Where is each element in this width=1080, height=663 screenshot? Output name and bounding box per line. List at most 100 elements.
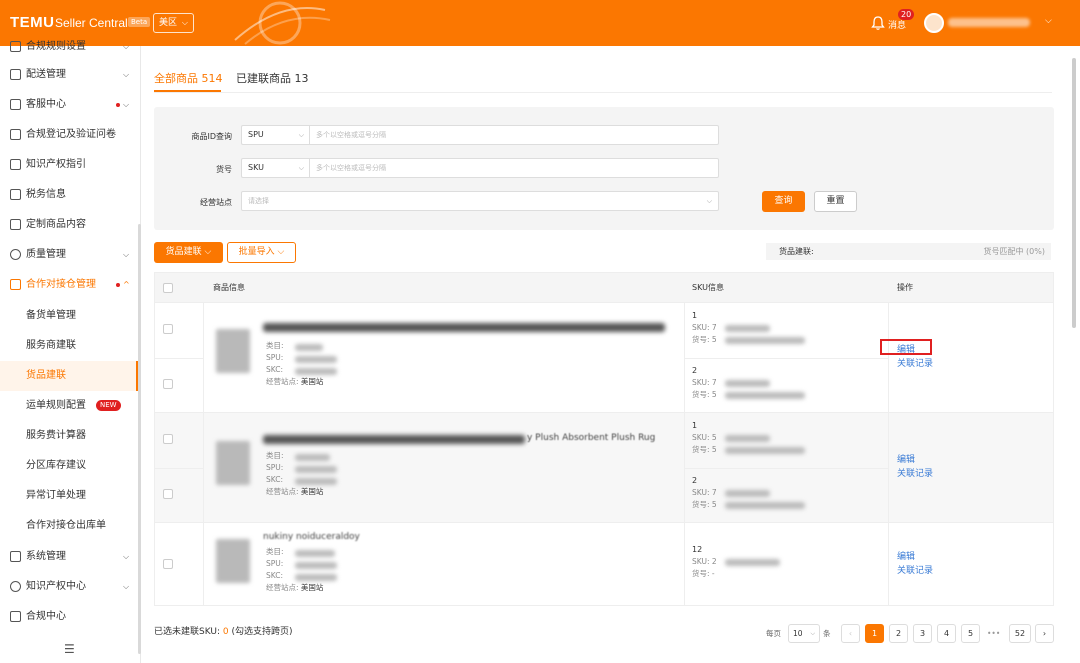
- tab-all-products[interactable]: 全部商品 514: [154, 70, 223, 86]
- skc-label: SKC:: [266, 475, 284, 484]
- sku-label: SKU:: [692, 557, 710, 566]
- sidebar-subitem-zone-stock[interactable]: 分区库存建议: [0, 451, 138, 481]
- pagination-ellipsis[interactable]: •••: [987, 624, 1000, 643]
- row-checkbox[interactable]: [163, 324, 173, 334]
- goods-link-label: 货品建联: [165, 247, 202, 257]
- sku-label: SKU:: [692, 378, 710, 387]
- sidebar-subitem-exception-orders[interactable]: 异常订单处理: [0, 481, 138, 511]
- edit-link[interactable]: 编辑: [897, 342, 915, 355]
- product-title-blurred: [263, 323, 665, 332]
- sidebar-subitem-stock-orders[interactable]: 备货单管理: [0, 301, 138, 331]
- brand-subtitle: Seller Central: [55, 16, 128, 30]
- batch-import-label: 批量导入: [238, 247, 275, 257]
- product-thumbnail: [216, 441, 250, 485]
- row-checkbox[interactable]: [163, 489, 173, 499]
- main-scrollbar[interactable]: [1072, 58, 1076, 328]
- sidebar-item-quality[interactable]: 质量管理 ⌵: [0, 240, 141, 270]
- history-link[interactable]: 关联记录: [897, 356, 933, 369]
- row-checkbox[interactable]: [163, 434, 173, 444]
- region-label: 美区: [159, 18, 178, 28]
- warehouse-icon: [10, 279, 21, 290]
- chevron-down-icon: ⌵: [123, 70, 130, 79]
- history-link[interactable]: 关联记录: [897, 563, 933, 576]
- sku-meta: SKU: 7 货号: 5: [692, 487, 717, 511]
- header-decoration-icon: [234, 1, 331, 45]
- image-icon: [10, 219, 21, 230]
- page-last-button[interactable]: 52: [1009, 624, 1031, 643]
- code-type-select[interactable]: SKU ⌵: [241, 158, 309, 178]
- next-page-button[interactable]: ›: [1035, 624, 1054, 643]
- sidebar-item-compliance-center[interactable]: 合规中心: [0, 602, 141, 632]
- user-name-blurred[interactable]: [948, 18, 1030, 27]
- sidebar-subitem-provider-link[interactable]: 服务商建联: [0, 331, 138, 361]
- sidebar-item-label: 合规登记及验证问卷: [26, 129, 116, 140]
- edit-link[interactable]: 编辑: [897, 452, 915, 465]
- page-4-button[interactable]: 4: [937, 624, 956, 643]
- sidebar-subitem-goods-link[interactable]: 货品建联: [0, 361, 138, 391]
- id-search-input[interactable]: 多个以空格或逗号分隔: [309, 125, 719, 145]
- col-action-header: 操作: [897, 283, 913, 292]
- chevron-down-icon: ⌵: [123, 582, 130, 591]
- row-checkbox[interactable]: [163, 559, 173, 569]
- status-left: 货品建联:: [779, 247, 814, 256]
- search-button[interactable]: 查询: [762, 191, 805, 212]
- edit-link[interactable]: 编辑: [897, 549, 915, 562]
- sidebar-item-tax[interactable]: 税务信息: [0, 180, 141, 210]
- code-label: 货号:: [692, 500, 710, 509]
- bell-icon[interactable]: [870, 15, 886, 31]
- sidebar-subitem-waybill-rules[interactable]: 运单规则配置 NEW: [0, 391, 138, 421]
- product-thumbnail: [216, 539, 250, 583]
- sidebar-item-customer-service[interactable]: 客服中心 ⌵: [0, 90, 141, 120]
- chevron-down-icon: ⌵: [706, 197, 712, 205]
- sidebar-item-delivery[interactable]: 配送管理 ⌵: [0, 60, 141, 90]
- sidebar-item-top[interactable]: 合规规则设置 ⌵: [0, 32, 141, 62]
- sidebar-subitem-outbound[interactable]: 合作对接仓出库单: [0, 511, 138, 541]
- page-2-button[interactable]: 2: [889, 624, 908, 643]
- sku-index: 1: [692, 311, 698, 320]
- sidebar-subitem-label: 服务费计算器: [26, 430, 86, 441]
- collapse-menu-icon[interactable]: ☰: [64, 642, 75, 656]
- code-value: -: [711, 569, 715, 578]
- notification-dot: [116, 283, 120, 287]
- avatar[interactable]: [924, 13, 944, 33]
- chevron-down-icon: ⌵: [123, 42, 130, 51]
- receipt-icon: [10, 189, 21, 200]
- chevron-down-icon[interactable]: ⌵: [1045, 16, 1052, 26]
- history-link[interactable]: 关联记录: [897, 466, 933, 479]
- page-size-select[interactable]: 10 ⌵: [788, 624, 820, 643]
- sku-value: 2: [711, 557, 717, 566]
- beta-badge: Beta: [128, 17, 151, 27]
- sidebar-item-label: 知识产权中心: [26, 581, 86, 592]
- skc-label: SKC:: [266, 571, 284, 580]
- batch-import-button[interactable]: 批量导入 ⌵: [227, 242, 296, 263]
- row-checkbox[interactable]: [163, 379, 173, 389]
- sidebar-item-compliance-register[interactable]: 合规登记及验证问卷: [0, 120, 141, 150]
- sku-index: 12: [692, 545, 703, 554]
- site-select[interactable]: 请选择 ⌵: [241, 191, 719, 211]
- prev-page-button[interactable]: ‹: [841, 624, 860, 643]
- id-type-select[interactable]: SPU ⌵: [241, 125, 309, 145]
- sidebar-subitem-fee-calculator[interactable]: 服务费计算器: [0, 421, 138, 451]
- sidebar-item-ip-guide[interactable]: 知识产权指引: [0, 150, 141, 180]
- sidebar-item-warehouse[interactable]: 合作对接仓管理 ^: [0, 270, 141, 300]
- reset-button[interactable]: 重置: [814, 191, 857, 212]
- tab-linked-products[interactable]: 已建联商品 13: [236, 70, 309, 86]
- chevron-down-icon: ⌵: [123, 250, 130, 259]
- sku-label: SKU:: [692, 323, 710, 332]
- chevron-down-icon: ⌵: [810, 630, 815, 637]
- filter-id-label: 商品ID查询: [191, 132, 232, 141]
- sidebar-item-ip-center[interactable]: 知识产权中心 ⌵: [0, 572, 141, 602]
- page-3-button[interactable]: 3: [913, 624, 932, 643]
- goods-link-button[interactable]: 货品建联 ⌵: [154, 242, 223, 263]
- page-5-button[interactable]: 5: [961, 624, 980, 643]
- product-title-tail: y Plush Absorbent Plush Rug: [527, 433, 656, 443]
- page-1-button[interactable]: 1: [865, 624, 884, 643]
- code-search-input[interactable]: 多个以空格或逗号分隔: [309, 158, 719, 178]
- sidebar-item-system[interactable]: 系统管理 ⌵: [0, 542, 141, 572]
- brand-logo[interactable]: TEMU: [10, 14, 55, 31]
- tab-active-indicator: [154, 90, 221, 92]
- message-label[interactable]: 消息: [888, 18, 906, 31]
- select-all-checkbox[interactable]: [163, 283, 173, 293]
- region-selector[interactable]: 美区 ⌵: [153, 13, 194, 33]
- sidebar-item-custom-content[interactable]: 定制商品内容: [0, 210, 141, 240]
